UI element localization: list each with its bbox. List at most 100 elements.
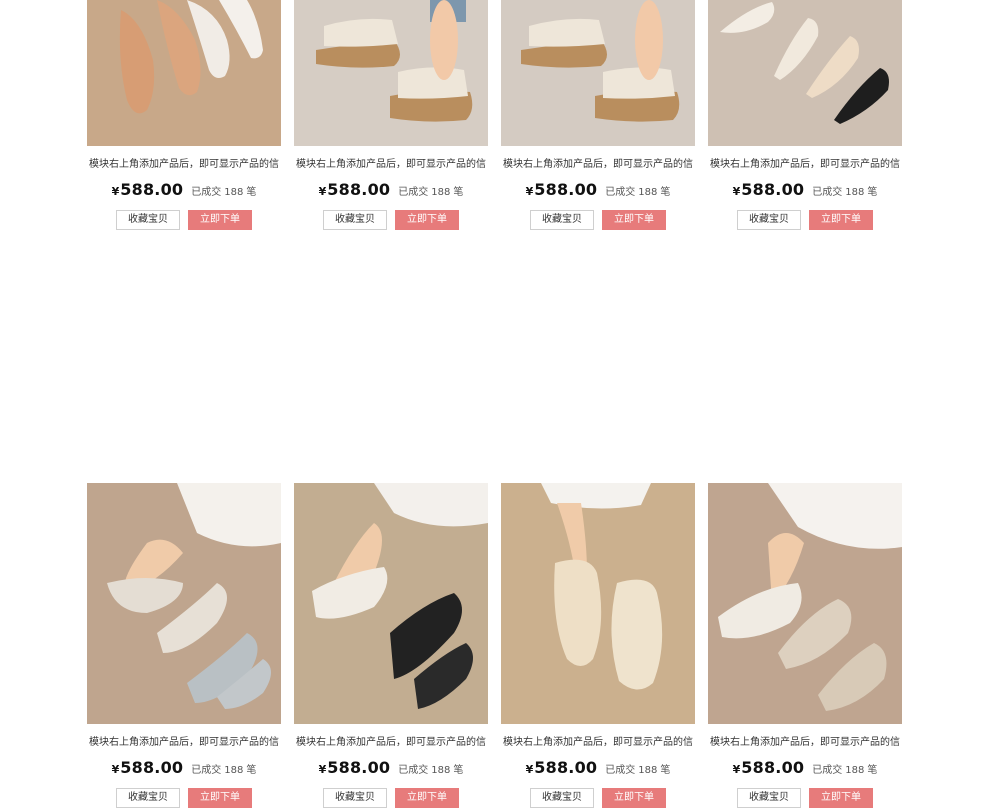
product-photo — [87, 0, 281, 146]
sold-count: 188 — [224, 187, 244, 198]
leg-shape — [635, 0, 663, 80]
sold-label: 已成交 — [191, 765, 222, 776]
button-group: 收藏宝贝 立即下单 — [116, 788, 256, 808]
price-line: ¥588.00 已成交 188 笔 — [294, 180, 488, 199]
product-image[interactable] — [708, 483, 902, 724]
product-photo — [501, 483, 695, 724]
price-line: ¥588.00 已成交 188 笔 — [87, 180, 281, 199]
product-photo — [294, 0, 488, 146]
sold-unit: 笔 — [246, 187, 257, 198]
button-group: 收藏宝贝 立即下单 — [737, 788, 877, 808]
sold-count: 188 — [224, 765, 244, 776]
product-title[interactable]: 模块右上角添加产品后，即可显示产品的信 — [501, 158, 695, 172]
sold-count: 188 — [845, 765, 865, 776]
favorite-button[interactable]: 收藏宝贝 — [116, 210, 180, 230]
product-title[interactable]: 模块右上角添加产品后，即可显示产品的信 — [708, 736, 902, 750]
product-title[interactable]: 模块右上角添加产品后，即可显示产品的信 — [708, 158, 902, 172]
product-price: 588.00 — [741, 758, 805, 777]
product-price: 588.00 — [327, 758, 391, 777]
price-line: ¥588.00 已成交 188 笔 — [708, 180, 902, 199]
price-line: ¥588.00 已成交 188 笔 — [294, 758, 488, 777]
product-title[interactable]: 模块右上角添加产品后，即可显示产品的信 — [87, 736, 281, 750]
sold-label: 已成交 — [398, 187, 429, 198]
sold-label: 已成交 — [605, 187, 636, 198]
product-photo — [708, 0, 902, 146]
currency-symbol: ¥ — [318, 763, 327, 776]
sold-unit: 笔 — [660, 187, 671, 198]
product-image[interactable] — [708, 0, 902, 146]
favorite-button[interactable]: 收藏宝贝 — [323, 210, 387, 230]
button-group: 收藏宝贝 立即下单 — [116, 210, 256, 230]
product-image[interactable] — [294, 0, 488, 146]
product-card: 模块右上角添加产品后，即可显示产品的信 ¥588.00 已成交 188 笔 收藏宝贝 … — [501, 236, 695, 808]
sold-unit: 笔 — [867, 187, 878, 198]
product-card: 模块右上角添加产品后，即可显示产品的信 ¥588.00 已成交 188 笔 收藏宝贝 … — [708, 0, 902, 236]
product-price: 588.00 — [120, 758, 184, 777]
favorite-button[interactable]: 收藏宝贝 — [323, 788, 387, 808]
product-image[interactable] — [501, 0, 695, 146]
price-line: ¥588.00 已成交 188 笔 — [708, 758, 902, 777]
sold-unit: 笔 — [453, 187, 464, 198]
buy-now-button[interactable]: 立即下单 — [395, 788, 459, 808]
product-price: 588.00 — [327, 180, 391, 199]
product-card: 模块右上角添加产品后，即可显示产品的信 ¥588.00 已成交 188 笔 收藏宝贝 … — [87, 236, 281, 808]
buy-now-button[interactable]: 立即下单 — [809, 210, 873, 230]
sold-count: 188 — [638, 765, 658, 776]
product-price: 588.00 — [534, 758, 598, 777]
leg-shape — [430, 0, 458, 80]
favorite-button[interactable]: 收藏宝贝 — [530, 210, 594, 230]
product-title[interactable]: 模块右上角添加产品后，即可显示产品的信 — [501, 736, 695, 750]
sold-unit: 笔 — [453, 765, 464, 776]
product-image[interactable] — [501, 483, 695, 724]
favorite-button[interactable]: 收藏宝贝 — [530, 788, 594, 808]
sold-count: 188 — [638, 187, 658, 198]
favorite-button[interactable]: 收藏宝贝 — [737, 210, 801, 230]
sold-label: 已成交 — [812, 187, 843, 198]
sold-label: 已成交 — [398, 765, 429, 776]
currency-symbol: ¥ — [732, 763, 741, 776]
product-image[interactable] — [87, 483, 281, 724]
sold-unit: 笔 — [867, 765, 878, 776]
sold-label: 已成交 — [191, 187, 222, 198]
currency-symbol: ¥ — [525, 185, 534, 198]
shoe-shape — [611, 579, 663, 690]
sold-count: 188 — [845, 187, 865, 198]
product-title[interactable]: 模块右上角添加产品后，即可显示产品的信 — [87, 158, 281, 172]
buy-now-button[interactable]: 立即下单 — [809, 788, 873, 808]
buy-now-button[interactable]: 立即下单 — [395, 210, 459, 230]
buy-now-button[interactable]: 立即下单 — [188, 210, 252, 230]
product-price: 588.00 — [534, 180, 598, 199]
currency-symbol: ¥ — [111, 763, 120, 776]
currency-symbol: ¥ — [732, 185, 741, 198]
product-image[interactable] — [87, 0, 281, 146]
product-photo — [87, 483, 281, 724]
product-card: 模块右上角添加产品后，即可显示产品的信 ¥588.00 已成交 188 笔 收藏宝贝 … — [501, 0, 695, 236]
currency-symbol: ¥ — [318, 185, 327, 198]
product-photo — [294, 483, 488, 724]
product-card: 模块右上角添加产品后，即可显示产品的信 ¥588.00 已成交 188 笔 收藏宝贝 … — [87, 0, 281, 236]
sold-unit: 笔 — [660, 765, 671, 776]
product-price: 588.00 — [120, 180, 184, 199]
product-title[interactable]: 模块右上角添加产品后，即可显示产品的信 — [294, 158, 488, 172]
buy-now-button[interactable]: 立即下单 — [602, 788, 666, 808]
button-group: 收藏宝贝 立即下单 — [323, 788, 463, 808]
price-line: ¥588.00 已成交 188 笔 — [501, 180, 695, 199]
product-price: 588.00 — [741, 180, 805, 199]
product-title[interactable]: 模块右上角添加产品后，即可显示产品的信 — [294, 736, 488, 750]
button-group: 收藏宝贝 立即下单 — [530, 788, 670, 808]
price-line: ¥588.00 已成交 188 笔 — [87, 758, 281, 777]
product-card: 模块右上角添加产品后，即可显示产品的信 ¥588.00 已成交 188 笔 收藏宝贝 … — [708, 236, 902, 808]
buy-now-button[interactable]: 立即下单 — [188, 788, 252, 808]
product-photo — [501, 0, 695, 146]
sold-label: 已成交 — [812, 765, 843, 776]
button-group: 收藏宝贝 立即下单 — [323, 210, 463, 230]
product-image[interactable] — [294, 483, 488, 724]
shoe-shape — [603, 67, 675, 99]
buy-now-button[interactable]: 立即下单 — [602, 210, 666, 230]
favorite-button[interactable]: 收藏宝贝 — [737, 788, 801, 808]
button-group: 收藏宝贝 立即下单 — [737, 210, 877, 230]
sold-label: 已成交 — [605, 765, 636, 776]
currency-symbol: ¥ — [111, 185, 120, 198]
sold-count: 188 — [431, 765, 451, 776]
favorite-button[interactable]: 收藏宝贝 — [116, 788, 180, 808]
